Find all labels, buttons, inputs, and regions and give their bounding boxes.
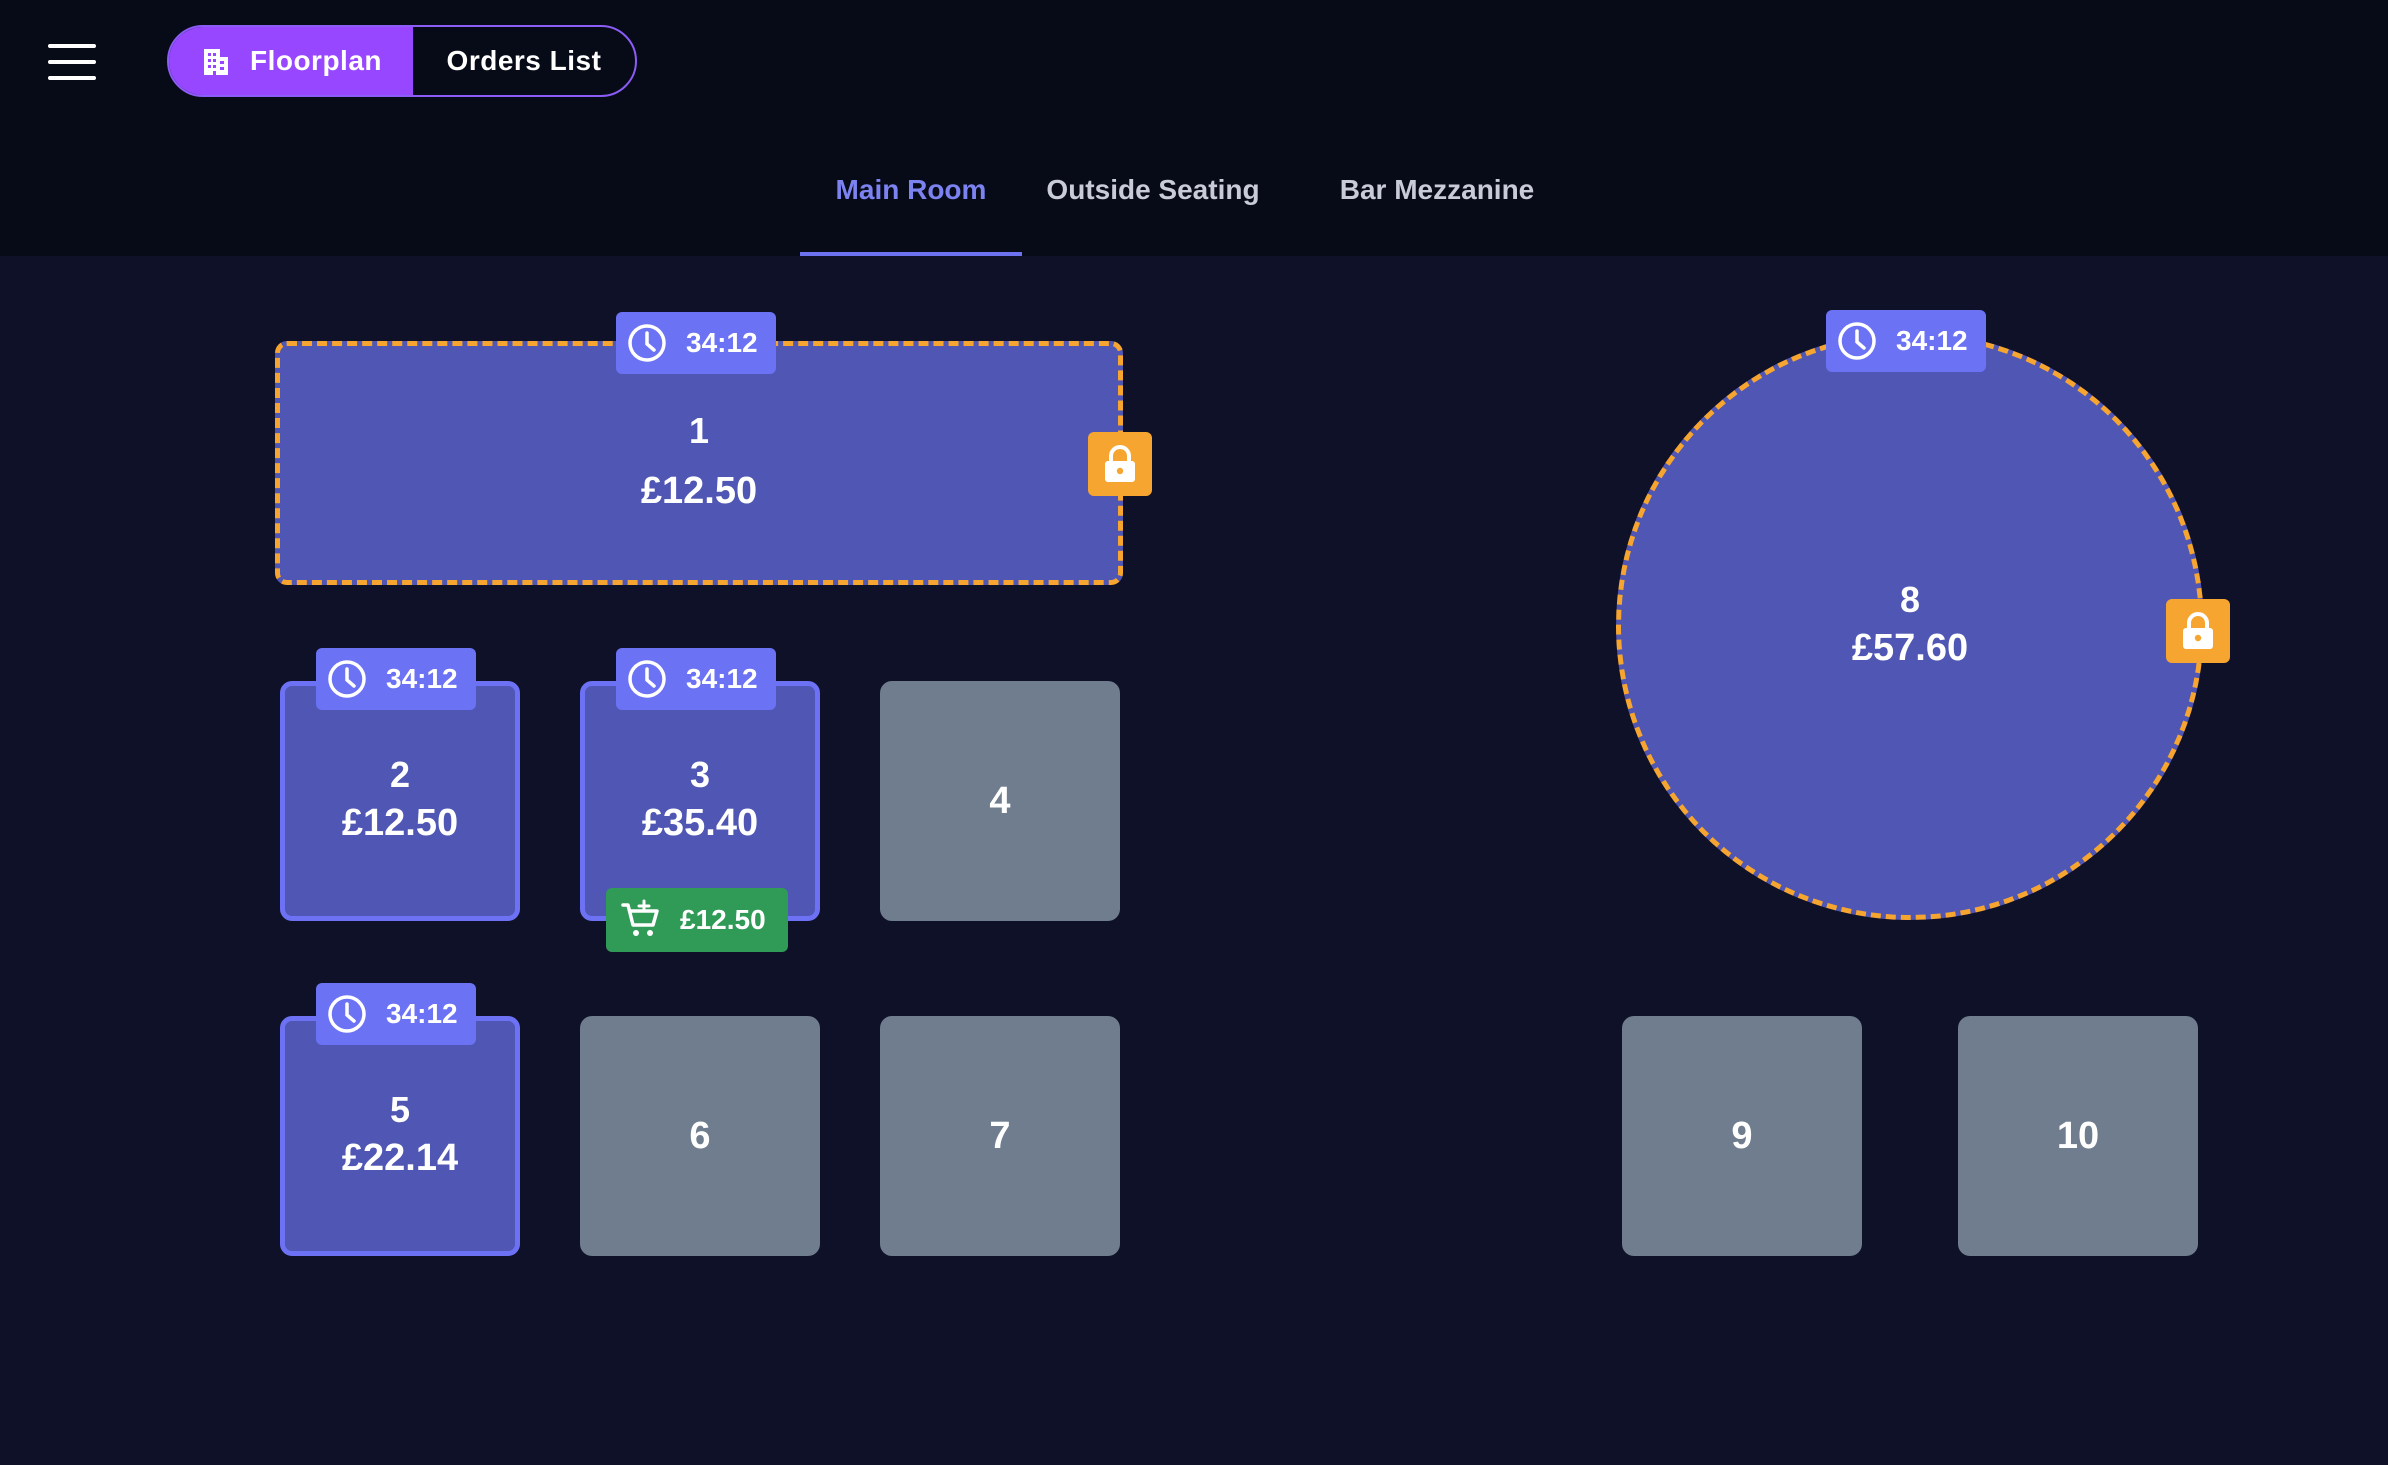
- clock-icon: [628, 324, 666, 362]
- cart-amount: £12.50: [680, 904, 766, 935]
- tab-label: Main Room: [835, 174, 987, 205]
- table-number: 1: [688, 410, 710, 451]
- orders-list-label: Orders List: [446, 45, 602, 76]
- table-number: 7: [989, 1115, 1011, 1157]
- tab-bar-mezzanine[interactable]: Bar Mezzanine: [1284, 160, 1590, 256]
- table-timer: 34:12: [616, 312, 776, 374]
- clock-icon: [328, 995, 366, 1033]
- lock-glyph: [1105, 445, 1135, 482]
- timer-text: 34:12: [386, 663, 458, 694]
- table-amount: £12.50: [640, 470, 758, 512]
- table-amount: £12.50: [341, 802, 459, 844]
- building-icon: [203, 49, 228, 75]
- table-6[interactable]: 6: [580, 1016, 820, 1256]
- timer-text: 34:12: [386, 998, 458, 1029]
- timer-text: 34:12: [1896, 325, 1968, 356]
- timer-text: 34:12: [686, 663, 758, 694]
- pending-cart-badge[interactable]: £12.50: [606, 888, 788, 952]
- table-timer: 34:12: [316, 648, 476, 710]
- table-number: 10: [2056, 1115, 2100, 1157]
- table-number: 8: [1899, 579, 1921, 620]
- lock-icon[interactable]: [1088, 432, 1152, 496]
- table-amount: £22.14: [341, 1137, 459, 1179]
- table-7[interactable]: 7: [880, 1016, 1120, 1256]
- clock-icon: [1838, 322, 1876, 360]
- floorplan-button[interactable]: Floorplan: [169, 27, 413, 95]
- clock-icon: [328, 660, 366, 698]
- table-1[interactable]: 1 £12.50: [275, 341, 1123, 585]
- floorplan-app: Floorplan Orders List Main Room Outside …: [0, 0, 2388, 1465]
- table-timer: 34:12: [616, 648, 776, 710]
- table-number: 2: [389, 754, 411, 795]
- lock-icon[interactable]: [2166, 599, 2230, 663]
- floorplan-label: Floorplan: [249, 45, 383, 76]
- hamburger-menu-icon[interactable]: [48, 44, 96, 80]
- orders-list-button[interactable]: Orders List: [413, 27, 635, 95]
- table-amount: £57.60: [1851, 627, 1969, 669]
- table-9[interactable]: 9: [1622, 1016, 1862, 1256]
- tab-label: Outside Seating: [1046, 174, 1260, 205]
- table-number: 4: [989, 780, 1011, 822]
- table-timer: 34:12: [316, 983, 476, 1045]
- room-tabs: Main Room Outside Seating Bar Mezzanine: [800, 160, 1590, 256]
- tab-label: Bar Mezzanine: [1339, 174, 1535, 205]
- table-timer: 34:12: [1826, 310, 1986, 372]
- view-switcher: Floorplan Orders List: [167, 25, 637, 97]
- table-number: 3: [689, 754, 711, 795]
- timer-text: 34:12: [686, 327, 758, 358]
- table-number: 6: [689, 1115, 711, 1157]
- floorplan-area: 1 £12.50 34:12 2 £12.50 34:12 3 £35.40 3…: [0, 256, 2388, 1465]
- lock-glyph: [2183, 612, 2213, 649]
- tab-outside-seating[interactable]: Outside Seating: [1022, 160, 1284, 256]
- cart-add-icon: [621, 899, 659, 936]
- table-5[interactable]: 5 £22.14: [280, 1016, 520, 1256]
- table-8[interactable]: 8 £57.60: [1616, 332, 2204, 920]
- clock-icon: [628, 660, 666, 698]
- tab-main-room[interactable]: Main Room: [800, 160, 1022, 256]
- table-number: 5: [389, 1089, 411, 1130]
- table-10[interactable]: 10: [1958, 1016, 2198, 1256]
- top-header: Floorplan Orders List Main Room Outside …: [0, 0, 2388, 256]
- table-3[interactable]: 3 £35.40: [580, 681, 820, 921]
- table-4[interactable]: 4: [880, 681, 1120, 921]
- table-number: 9: [1731, 1115, 1753, 1157]
- table-2[interactable]: 2 £12.50: [280, 681, 520, 921]
- table-amount: £35.40: [641, 802, 759, 844]
